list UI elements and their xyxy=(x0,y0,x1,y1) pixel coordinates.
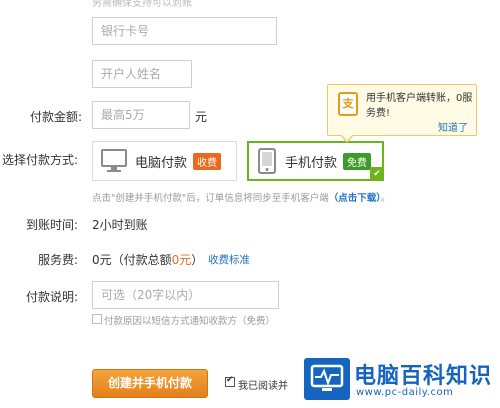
sms-notify-label: 付款原因以短信方式通知收款方（免费） xyxy=(104,316,276,327)
watermark-title: 电脑百科知识 xyxy=(354,364,493,389)
fee-tag-badge: 收费 xyxy=(193,152,222,170)
fee-total-value: 0元 xyxy=(171,253,192,267)
amount-label: 付款金额: xyxy=(30,110,83,124)
top-hint-text: 另需确保支持可以到账 xyxy=(92,0,192,9)
sms-notify-checkbox[interactable] xyxy=(92,314,102,324)
tooltip-text: 用手机客户端转账，0服务费! xyxy=(366,93,473,119)
fee-value: 0元（付款总额0元） xyxy=(92,251,203,268)
card-number-input[interactable] xyxy=(92,17,277,45)
tooltip-arrow-inner xyxy=(341,134,353,141)
download-link[interactable]: （点击下载） xyxy=(329,193,381,204)
fee-standard-link[interactable]: 收费标准 xyxy=(208,252,250,267)
method-note: 点击"创建并手机付款"后，订单信息将同步至手机客户端（点击下载）。 xyxy=(92,190,391,204)
agree-checkbox[interactable] xyxy=(225,375,235,387)
amount-input[interactable] xyxy=(92,101,190,129)
agree-text: 我已阅读并 xyxy=(238,381,288,392)
method-label: 选择付款方式: xyxy=(2,153,79,167)
pay-option-phone-label: 手机付款 xyxy=(285,155,338,171)
fee-label: 服务费: xyxy=(38,253,79,267)
watermark-logo-icon xyxy=(304,358,350,400)
free-tag-badge: 免费 xyxy=(343,152,372,170)
pay-option-phone[interactable]: 手机付款 免费 ✔ xyxy=(247,141,384,181)
method-note-suffix: 。 xyxy=(381,193,391,204)
arrival-value: 2小时到账 xyxy=(92,218,148,232)
tooltip-dismiss-link[interactable]: 知道了 xyxy=(438,119,468,134)
fee-value-suffix: ） xyxy=(191,253,204,267)
selected-check-icon: ✔ xyxy=(370,167,384,181)
fee-value-prefix: 0元（付款总额 xyxy=(92,253,172,267)
pay-option-computer-label: 电脑付款 xyxy=(135,155,188,171)
mobile-client-tooltip: 支 用手机客户端转账，0服务费! 知道了 xyxy=(327,84,477,143)
method-note-text: 点击"创建并手机付款"后，订单信息将同步至手机客户端 xyxy=(92,193,329,204)
pay-option-computer[interactable]: 电脑付款 收费 xyxy=(92,141,237,181)
create-phone-payment-button[interactable]: 创建并手机付款 xyxy=(92,369,208,398)
description-label: 付款说明: xyxy=(26,290,79,304)
arrival-label: 到账时间: xyxy=(26,218,79,232)
alipay-icon: 支 xyxy=(338,92,358,116)
holder-name-input[interactable] xyxy=(92,60,192,88)
phone-icon xyxy=(258,148,276,174)
watermark-url: www.pc-daily.com xyxy=(356,387,454,398)
amount-unit: 元 xyxy=(195,110,208,124)
monitor-icon xyxy=(101,149,127,172)
description-input[interactable] xyxy=(92,281,279,309)
